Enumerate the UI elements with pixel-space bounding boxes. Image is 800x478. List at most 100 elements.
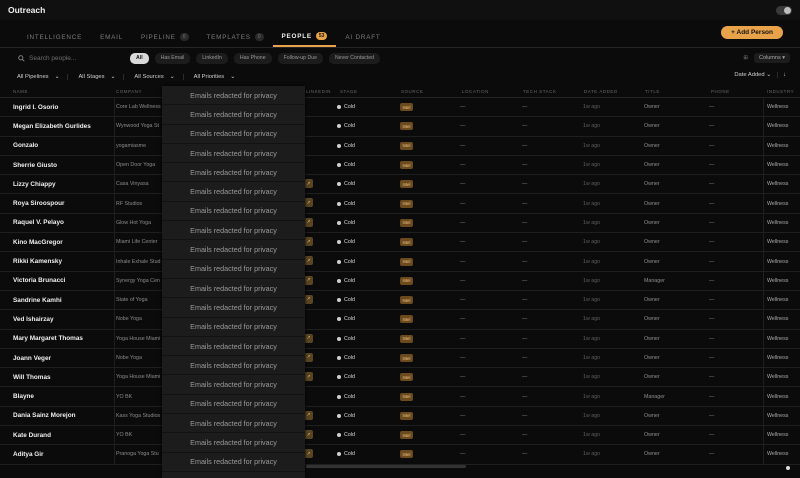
source-cell: Intel [400,252,458,270]
stage-dot-icon [337,105,341,110]
linkedin-link-icon[interactable]: ↗ [304,430,313,440]
columns-button[interactable]: Columns ▾ [754,53,790,63]
table-row[interactable]: Lizzy Chiappy Casa Vinyasa Cold Intel — — 1w a… [0,175,800,195]
settings-icon[interactable]: ⊞ [743,55,748,61]
source-badge: Intel [400,103,413,112]
table-row[interactable]: Gonzalo yogamiasme Cold Intel — — 1w ago Owner —… [0,136,800,156]
tab-label: PIPELINE [141,33,176,41]
linkedin-link-icon[interactable]: ↗ [304,410,313,420]
source-badge: Intel [400,218,413,227]
add-person-button[interactable]: + Add Person [721,26,783,39]
tech-stack-value: — [522,239,528,246]
table-row[interactable]: Raquel V. Pelayo Glow Hot Yoga Cold Intel — —… [0,213,800,234]
main-tabs: INTELLIGENCE EMAIL PIPELINE 0 TEMPLATES 0 … [0,20,800,48]
stages-dropdown[interactable]: All Stages ⌄ [78,74,125,80]
table-row[interactable]: Joann Veger Nobe Yoga Cold Intel — — 1w ago Own… [0,348,800,369]
tab-intelligence[interactable]: INTELLIGENCE [18,27,91,47]
person-name: Victoria Brunacci [13,277,66,285]
table-row[interactable]: Kate Durand YO BK Cold Intel — — 1w ago Owner — W… [0,426,800,446]
title-value: Owner [644,181,660,188]
stage-dot-icon [337,278,341,283]
linkedin-link-icon[interactable]: ↗ [304,372,313,382]
redacted-email-cell: Emails redacted for privacy [162,318,305,337]
tab-pipeline[interactable]: PIPELINE 0 [132,27,198,47]
tab-ai-draft[interactable]: AI DRAFT [336,27,389,47]
linkedin-link-icon[interactable]: ↗ [304,217,313,227]
industry-value: Wellness [763,329,800,348]
table-row[interactable]: Roya Siroospour RF Studios Cold Intel — — 1w a… [0,194,800,214]
linkedin-link-icon[interactable]: ↗ [304,275,313,285]
person-name: Will Thomas [13,373,51,381]
source-cell: Intel [400,368,458,386]
tab-people[interactable]: PEOPLE 53 [272,27,337,47]
linkedin-link-icon[interactable]: ↗ [304,333,313,343]
table-row[interactable]: Blayne YO BK Cold Intel — — 1w ago Manager — Well… [0,387,800,407]
header-tech-stack[interactable]: TECH STACK [523,89,556,94]
location-value: — [460,258,466,265]
linkedin-link-icon[interactable]: ↗ [304,179,313,189]
table-row[interactable]: Aditya Gir Pranoga Yoga Stu Cold Intel — — 1w … [0,445,800,465]
redacted-email-cell: Emails redacted for privacy [162,414,305,434]
location-value: — [460,142,466,149]
filter-chip-never-contacted[interactable]: Never Contacted [329,52,380,64]
sources-dropdown[interactable]: All Sources ⌄ [134,74,184,80]
header-title[interactable]: TITLE [645,89,660,94]
industry-value: Wellness [763,136,800,155]
filter-chip-has-email[interactable]: Has Email [154,52,191,64]
linkedin-link-icon[interactable]: ↗ [304,198,313,208]
sort-dropdown[interactable]: Date Added ⌄ [734,72,771,78]
filter-chip-follow-up-due[interactable]: Follow-up Due [277,52,324,64]
person-name: Kino MacGregor [13,238,63,246]
horizontal-scrollbar[interactable] [306,465,466,468]
header-stage[interactable]: STAGE [340,89,358,94]
title-value: Owner [644,219,660,226]
industry-value: Wellness [763,252,800,271]
table-row[interactable]: Dania Sainz Morejon Kass Yoga Studios Cold… [0,406,800,427]
search-input[interactable]: Search people... [10,52,124,64]
tab-email[interactable]: EMAIL [91,27,132,47]
table-row[interactable]: Will Thomas Yoga House Miami Cold Intel — — 1w… [0,368,800,388]
stage-dot-icon [337,201,341,206]
sort-direction-icon[interactable]: ↓ [777,72,786,78]
stage-label: Cold [344,104,355,111]
source-cell: Intel [400,349,458,367]
linkedin-link-icon[interactable]: ↗ [304,294,313,304]
location-value: — [460,104,466,111]
phone-value: — [709,239,715,246]
tech-stack-value: — [522,162,528,169]
filter-chip-linkedin[interactable]: LinkedIn [196,52,228,64]
table-row[interactable]: Sandrine Kamhi State of Yoga Cold Intel — — 1w… [0,290,800,311]
table-row[interactable]: Ved Ishairzay Nobe Yoga Cold Intel — — 1w ago O… [0,310,800,330]
pipelines-dropdown[interactable]: All Pipelines ⌄ [17,74,69,80]
table-row[interactable]: Megan Elizabeth Gurlides Wynwood Yoga St C… [0,117,800,137]
header-location[interactable]: LOCATION [462,89,489,94]
priorities-dropdown[interactable]: All Priorities ⌄ [194,74,243,80]
header-linkedin[interactable]: LINKEDIN [306,89,331,94]
linkedin-link-icon[interactable]: ↗ [304,352,313,362]
linkedin-link-icon[interactable]: ↗ [304,237,313,247]
table-row[interactable]: Sherrie Giusto Open Door Yoga Cold Intel — — 1… [0,155,800,176]
linkedin-link-icon[interactable]: ↗ [304,449,313,459]
title-value: Owner [644,432,660,439]
table-row[interactable]: Mary Margaret Thomas Yoga House Miami Cold… [0,329,800,349]
filter-chip-has-phone[interactable]: Has Phone [233,52,272,64]
table-row[interactable]: Victoria Brunacci Synergy Yoga Cen Cold Int… [0,271,800,291]
header-date-added[interactable]: DATE ADDED [584,89,618,94]
table-row[interactable]: Ingrid I. Osorio Core Lab Wellness Cold Int… [0,98,800,118]
phone-value: — [709,451,715,458]
header-source[interactable]: SOURCE [401,89,423,94]
table-row[interactable]: Kino MacGregor Miami Life Center Cold Intel… [0,233,800,253]
header-industry[interactable]: INDUSTRY [767,89,794,94]
tech-stack-value: — [522,393,528,400]
header-name[interactable]: NAME [13,89,28,94]
filter-chip-all[interactable]: All [130,52,149,64]
tab-templates[interactable]: TEMPLATES 0 [198,27,273,47]
location-value: — [460,297,466,304]
table-row[interactable]: Rikki Kamensky Inhale Exhale Stud Cold Inte… [0,252,800,272]
linkedin-link-icon[interactable]: ↗ [304,256,313,266]
header-phone[interactable]: PHONE [711,89,730,94]
stage-label: Cold [344,239,355,246]
theme-toggle[interactable] [776,5,792,15]
header-company[interactable]: COMPANY [116,89,142,94]
location-value: — [460,200,466,207]
